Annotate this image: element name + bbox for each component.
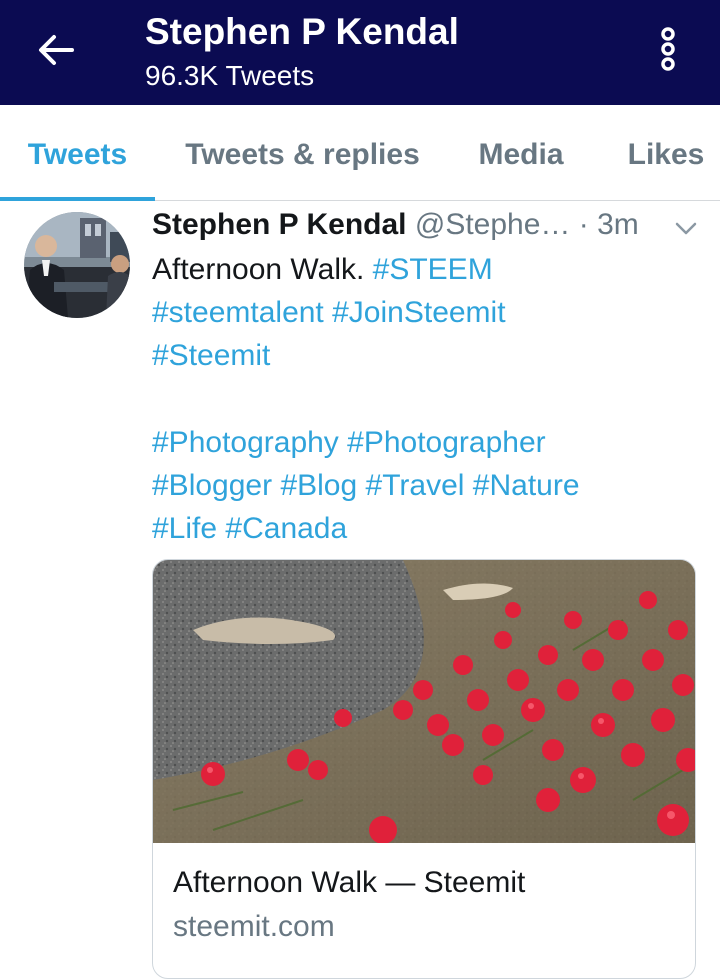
hashtag-link[interactable]: #Nature xyxy=(473,469,580,502)
hashtag-link[interactable]: #JoinSteemit xyxy=(332,296,505,329)
tweet-text-line: Afternoon Walk. #STEEM xyxy=(152,248,692,291)
tweet-text-line: #Blogger #Blog #Travel #Nature xyxy=(152,464,692,507)
hashtag-link[interactable]: #Photographer xyxy=(347,426,546,459)
tweet-body: Afternoon Walk. #STEEM #steemtalent #Joi… xyxy=(152,248,692,550)
hashtag-link[interactable]: #Blogger xyxy=(152,469,272,502)
tab-tweets-and-replies[interactable]: Tweets & replies xyxy=(170,105,435,201)
hashtag-link[interactable]: #Steemit xyxy=(152,339,270,372)
tweet-text-line: #steemtalent #JoinSteemit xyxy=(152,291,692,334)
hashtag-link[interactable]: #Blog xyxy=(280,469,357,502)
hashtag-link[interactable]: #STEEM xyxy=(373,253,493,286)
hashtag-link[interactable]: #Canada xyxy=(225,512,347,545)
card-domain: steemit.com xyxy=(173,910,335,943)
tweet-options-button[interactable] xyxy=(672,214,700,242)
tab-likes[interactable]: Likes xyxy=(612,105,720,201)
profile-header: Stephen P Kendal 96.3K Tweets xyxy=(0,0,720,105)
profile-tabs: Tweets Tweets & replies Media Likes xyxy=(0,105,720,201)
hashtag-link[interactable]: #Travel xyxy=(366,469,465,502)
back-button[interactable] xyxy=(34,28,78,72)
red-berries-photo xyxy=(153,560,695,843)
active-tab-indicator xyxy=(0,197,155,201)
tweet-count: 96.3K Tweets xyxy=(145,60,315,91)
tweet-header: Stephen P Kendal @Stephe… · 3m xyxy=(152,205,652,245)
tweet-timestamp[interactable]: 3m xyxy=(597,208,639,241)
more-options-button[interactable] xyxy=(650,24,686,74)
tweet-text-line: #Life #Canada xyxy=(152,507,692,550)
hashtag-link[interactable]: #Photography xyxy=(152,426,339,459)
hashtag-link[interactable]: #Life xyxy=(152,512,217,545)
author-handle[interactable]: @Stephe… xyxy=(415,208,571,241)
hashtag-link[interactable]: #steemtalent xyxy=(152,296,324,329)
author-name[interactable]: Stephen P Kendal xyxy=(152,208,407,241)
tab-tweets[interactable]: Tweets xyxy=(0,105,155,201)
more-vertical-icon xyxy=(661,27,675,71)
chevron-down-icon xyxy=(675,222,697,235)
tweet-text-line: #Photography #Photographer xyxy=(152,421,692,464)
tab-media[interactable]: Media xyxy=(462,105,580,201)
author-avatar[interactable] xyxy=(24,212,130,318)
link-preview-card[interactable]: Afternoon Walk — Steemit steemit.com xyxy=(152,559,696,979)
tweet-text-line: #Steemit xyxy=(152,334,692,377)
arrow-left-icon xyxy=(39,35,74,65)
card-image xyxy=(153,560,695,843)
separator-dot: · xyxy=(578,208,589,241)
tweet-text: Afternoon Walk. xyxy=(152,253,373,286)
profile-name-title: Stephen P Kendal xyxy=(145,11,459,52)
card-title: Afternoon Walk — Steemit xyxy=(173,866,526,899)
avatar-photo xyxy=(24,212,130,318)
